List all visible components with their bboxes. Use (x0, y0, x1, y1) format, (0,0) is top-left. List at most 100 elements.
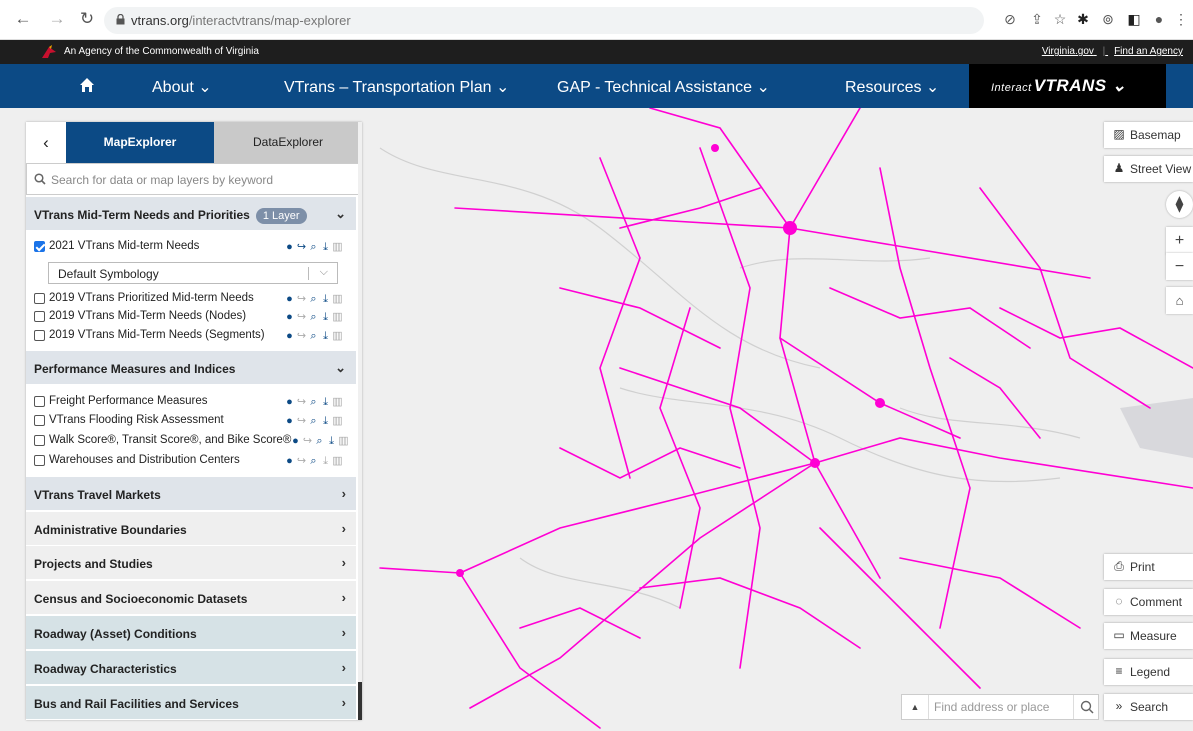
chart-icon[interactable]: ▥ (332, 454, 343, 467)
zoom-icon[interactable]: ⌕ (308, 396, 319, 409)
chart-icon[interactable]: ▥ (332, 292, 343, 305)
find-address-input[interactable]: ▲ Find address or place (901, 694, 1099, 720)
nav-resources[interactable]: Resources ⌄ (845, 77, 939, 97)
zoom-icon[interactable]: ⌕ (308, 415, 319, 428)
compass-icon[interactable]: ⧫ (1166, 191, 1193, 218)
layer-checkbox[interactable] (34, 293, 45, 304)
layer-freight-performance[interactable]: Freight Performance Measures ● ↪ ⌕ ⤓ ▥ (34, 394, 354, 410)
zoom-icon[interactable]: ⌕ (314, 435, 325, 448)
search-button[interactable]: » Search (1104, 694, 1193, 720)
share-arrow-icon[interactable]: ↪ (296, 454, 307, 467)
sidebar-icon[interactable]: ◧ (1125, 10, 1143, 28)
section-administrative-boundaries[interactable]: Administrative Boundaries › (26, 512, 356, 546)
reload-icon[interactable]: ↻ (78, 10, 96, 28)
section-roadway-conditions[interactable]: Roadway (Asset) Conditions › (26, 616, 356, 650)
chart-icon[interactable]: ▥ (332, 414, 343, 427)
find-agency-link[interactable]: Find an Agency (1114, 46, 1183, 57)
virginia-gov-link[interactable]: Virginia.gov (1042, 46, 1094, 57)
share-arrow-icon[interactable]: ↪ (296, 395, 307, 408)
nav-about[interactable]: About ⌄ (152, 77, 212, 97)
layer-checkbox[interactable] (34, 455, 45, 466)
section-roadway-characteristics[interactable]: Roadway Characteristics › (26, 651, 356, 685)
share-arrow-icon[interactable]: ↪ (296, 414, 307, 427)
layer-checkbox[interactable] (34, 330, 45, 341)
chart-icon[interactable]: ▥ (332, 395, 343, 408)
chart-icon[interactable]: ▥ (332, 329, 343, 342)
info-icon[interactable]: ● (284, 293, 295, 305)
layer-search-input[interactable]: Search for data or map layers by keyword (26, 163, 362, 195)
section-performance-measures[interactable]: Performance Measures and Indices ⌄ (26, 351, 356, 385)
zoom-icon[interactable]: ⌕ (308, 311, 319, 324)
share-arrow-icon[interactable]: ↪ (296, 240, 307, 253)
profile-avatar-icon[interactable]: ● (1150, 10, 1168, 28)
zoom-out-icon[interactable]: − (1166, 253, 1193, 280)
zoom-icon[interactable]: ⌕ (308, 455, 319, 468)
layer-2021-mid-term-needs[interactable]: 2021 VTrans Mid-term Needs ● ↪ ⌕ ⤓ ▥ (34, 239, 354, 255)
chart-icon[interactable]: ▥ (332, 240, 343, 253)
basemap-button[interactable]: ▨ Basemap (1104, 122, 1193, 148)
info-icon[interactable]: ● (284, 311, 295, 323)
street-view-button[interactable]: ♟ Street View (1104, 156, 1193, 182)
share-icon[interactable]: ⇪ (1028, 10, 1046, 28)
info-icon[interactable]: ● (284, 455, 295, 467)
download-icon[interactable]: ⤓ (320, 293, 331, 306)
download-icon[interactable]: ⤓ (320, 241, 331, 254)
panel-scrollbar[interactable] (358, 122, 362, 720)
print-button[interactable]: ⎙ Print (1104, 554, 1193, 580)
extension-puzzle-icon[interactable]: ✱ (1074, 10, 1092, 28)
nav-transportation-plan[interactable]: VTrans – Transportation Plan ⌄ (284, 77, 509, 97)
scrollbar-thumb[interactable] (358, 682, 362, 720)
collapse-panel-chevron-icon[interactable]: ‹ (26, 122, 66, 163)
tab-dataexplorer[interactable]: DataExplorer (214, 122, 362, 163)
symbology-dropdown[interactable]: Default Symbology ⌵ (48, 262, 338, 284)
zoom-icon[interactable]: ⌕ (308, 241, 319, 254)
address-bar[interactable]: vtrans.org/interactvtrans/map-explorer (104, 7, 984, 34)
share-arrow-icon[interactable]: ↪ (296, 292, 307, 305)
zoom-icon[interactable]: ⌕ (308, 293, 319, 306)
download-icon[interactable]: ⤓ (320, 330, 331, 343)
info-icon[interactable]: ● (284, 415, 295, 427)
extension-icon[interactable]: ⊚ (1099, 10, 1117, 28)
layer-flooding-risk[interactable]: VTrans Flooding Risk Assessment ● ↪ ⌕ ⤓ ▥ (34, 413, 354, 429)
measure-button[interactable]: ▭ Measure (1104, 623, 1193, 649)
info-icon[interactable]: ● (284, 330, 295, 342)
section-projects-studies[interactable]: Projects and Studies › (26, 546, 356, 580)
layer-checkbox[interactable] (34, 415, 45, 426)
download-icon[interactable]: ⤓ (320, 311, 331, 324)
section-travel-markets[interactable]: VTrans Travel Markets › (26, 477, 356, 511)
zoom-in-icon[interactable]: + (1166, 227, 1193, 254)
zoom-icon[interactable]: ⌕ (308, 330, 319, 343)
interact-vtrans-menu[interactable]: Interact VTRANS ⌄ (969, 64, 1166, 108)
section-census-datasets[interactable]: Census and Socioeconomic Datasets › (26, 581, 356, 615)
menu-kebab-icon[interactable]: ⋮ (1172, 10, 1190, 28)
legend-button[interactable]: ≡ Legend (1104, 659, 1193, 685)
share-arrow-icon[interactable]: ↪ (302, 434, 313, 447)
layer-2019-nodes[interactable]: 2019 VTrans Mid-Term Needs (Nodes) ● ↪ ⌕ ⤓ ▥ (34, 309, 354, 325)
home-icon[interactable] (79, 77, 95, 93)
download-icon[interactable]: ⤓ (320, 415, 331, 428)
download-icon[interactable]: ⤓ (320, 396, 331, 409)
caret-up-icon[interactable]: ▲ (902, 695, 929, 719)
section-bus-rail-facilities[interactable]: Bus and Rail Facilities and Services › (26, 686, 356, 720)
chart-icon[interactable]: ▥ (332, 310, 343, 323)
layer-warehouses[interactable]: Warehouses and Distribution Centers ● ↪ ⌕ ⤓… (34, 453, 354, 469)
back-arrow-icon[interactable]: ← (14, 10, 32, 28)
star-icon[interactable]: ☆ (1051, 10, 1069, 28)
layer-walk-transit-bike-score[interactable]: Walk Score®, Transit Score®, and Bike Sc… (34, 433, 354, 449)
layer-2019-segments[interactable]: 2019 VTrans Mid-Term Needs (Segments) ● ↪… (34, 328, 354, 344)
layer-checkbox[interactable] (34, 241, 45, 252)
nav-gap-technical-assistance[interactable]: GAP - Technical Assistance ⌄ (557, 77, 770, 97)
layer-checkbox[interactable] (34, 396, 45, 407)
layer-checkbox[interactable] (34, 311, 45, 322)
search-submit-button[interactable] (1073, 695, 1099, 719)
download-icon[interactable]: ⤓ (326, 435, 337, 448)
share-arrow-icon[interactable]: ↪ (296, 329, 307, 342)
layer-2019-prioritized[interactable]: 2019 VTrans Prioritized Mid-term Needs ●… (34, 291, 354, 307)
section-mid-term-needs[interactable]: VTrans Mid-Term Needs and Priorities 1 La… (26, 197, 356, 231)
forward-arrow-icon[interactable]: → (48, 10, 66, 28)
home-extent-icon[interactable]: ⌂ (1166, 287, 1193, 314)
info-icon[interactable]: ● (290, 435, 301, 447)
share-arrow-icon[interactable]: ↪ (296, 310, 307, 323)
eye-off-icon[interactable]: ⊘ (1001, 10, 1019, 28)
comment-button[interactable]: ◌ Comment (1104, 589, 1193, 615)
